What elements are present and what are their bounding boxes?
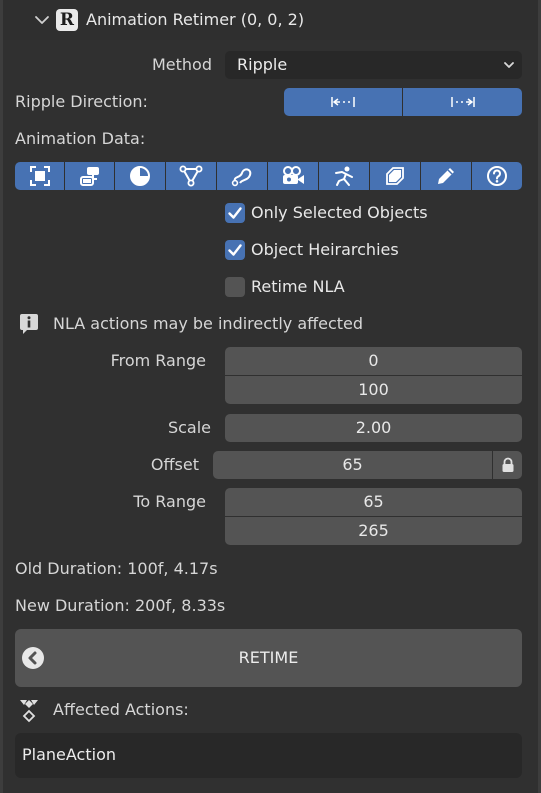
from-range-start-field[interactable]: 0 — [225, 347, 522, 375]
old-duration-text: Old Duration: 100f, 4.17s — [15, 559, 218, 578]
pose-data-toggle[interactable] — [319, 162, 369, 190]
retime-button-label[interactable]: RETIME — [15, 629, 522, 687]
scale-field[interactable]: 2.00 — [225, 414, 522, 442]
material-data-toggle[interactable] — [115, 162, 165, 190]
chevron-down-icon — [504, 62, 514, 68]
to-range-start-field[interactable]: 65 — [225, 488, 522, 516]
offset-label: Offset — [150, 455, 199, 474]
ripple-direction-label: Ripple Direction: — [15, 92, 148, 111]
curve-icon — [231, 168, 252, 187]
affected-actions-label: Affected Actions: — [53, 700, 189, 719]
curve-data-toggle[interactable] — [217, 162, 267, 190]
help-icon — [487, 166, 507, 186]
animation-data-label: Animation Data: — [15, 129, 146, 148]
camera-icon — [283, 166, 304, 184]
method-label: Method — [151, 55, 212, 74]
ripple-right-icon — [450, 97, 475, 107]
to-range-end-field[interactable]: 265 — [225, 517, 522, 545]
action-keyframes-icon — [20, 700, 38, 723]
offset-lock-button[interactable] — [493, 451, 522, 479]
ripple-left-icon — [331, 97, 355, 107]
material-icon — [130, 166, 150, 186]
panel-title: Animation Retimer (0, 0, 2) — [86, 10, 305, 29]
method-value: Ripple — [237, 55, 288, 74]
camera-data-toggle[interactable] — [268, 162, 318, 190]
retime-nla-label[interactable]: Retime NLA — [251, 276, 345, 298]
node-tree-data-toggle[interactable] — [166, 162, 216, 190]
grease-pencil-data-toggle[interactable] — [421, 162, 471, 190]
nla-info-message: NLA actions may be indirectly affected — [53, 314, 364, 333]
addon-logo-icon: R — [56, 9, 78, 31]
armature-data-toggle[interactable] — [65, 162, 114, 190]
to-range-label: To Range — [133, 492, 206, 511]
shape-key-icon — [386, 167, 404, 185]
help-button[interactable] — [472, 162, 522, 190]
checkmark-icon — [228, 207, 242, 219]
only-selected-label[interactable]: Only Selected Objects — [251, 202, 428, 224]
ripple-right-button[interactable] — [403, 88, 522, 116]
grease-pencil-icon — [438, 168, 454, 184]
new-duration-text: New Duration: 200f, 8.33s — [15, 596, 226, 615]
retime-nla-checkbox[interactable] — [225, 277, 245, 297]
list-item[interactable]: PlaneAction — [22, 743, 116, 767]
from-range-end-field[interactable]: 100 — [225, 376, 522, 404]
scale-label: Scale — [167, 418, 211, 437]
object-hierarchies-checkbox[interactable] — [225, 240, 245, 260]
collapse-chevron-icon[interactable] — [33, 11, 51, 29]
method-dropdown[interactable]: Ripple — [225, 51, 522, 79]
shape-key-data-toggle[interactable] — [370, 162, 420, 190]
lock-icon — [502, 457, 513, 472]
ripple-left-button[interactable] — [284, 88, 402, 116]
info-icon — [20, 314, 38, 334]
pose-icon — [335, 166, 353, 186]
object-hierarchies-label[interactable]: Object Heirarchies — [251, 239, 399, 261]
checkmark-icon — [228, 244, 242, 256]
node-tree-icon — [179, 165, 203, 187]
armature-data-icon — [79, 167, 99, 186]
offset-field[interactable]: 65 — [213, 451, 492, 479]
only-selected-checkbox[interactable] — [225, 203, 245, 223]
object-icon — [29, 166, 50, 186]
object-data-toggle[interactable] — [15, 162, 64, 190]
from-range-label: From Range — [110, 351, 206, 370]
logo-letter: R — [59, 10, 75, 30]
